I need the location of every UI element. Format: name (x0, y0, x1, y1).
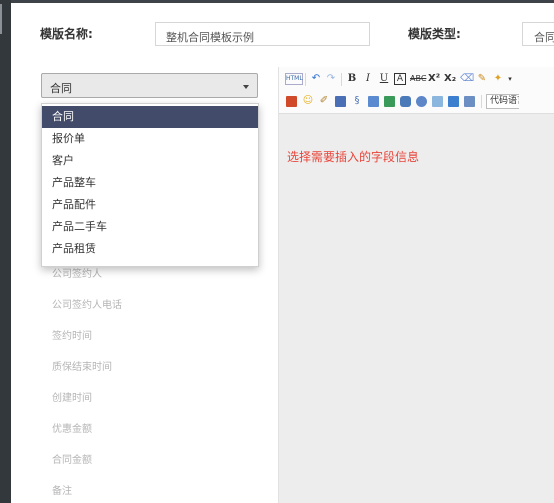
caret-down-icon (243, 85, 249, 89)
field-list-item[interactable]: 质保结束时间 (52, 358, 112, 373)
redo-icon[interactable]: ↷ (325, 73, 337, 85)
template-edit-panel: 模版名称: 整机合同模板示例 模版类型: 合同 合同 合同 报价单 客户 产品整… (11, 3, 554, 503)
dropdown-option[interactable]: 客户 (42, 150, 258, 172)
font-border-icon[interactable]: A (394, 73, 406, 85)
dropdown-option[interactable]: 产品整车 (42, 172, 258, 194)
sidebar-marker (0, 4, 2, 34)
template-type-label: 模版类型: (408, 27, 461, 41)
video-icon[interactable] (400, 96, 411, 107)
html-source-icon[interactable]: HTML (285, 73, 303, 85)
left-sidebar-strip (0, 0, 11, 503)
template-type-select[interactable]: 合同 (522, 22, 554, 46)
gallery-icon[interactable] (384, 96, 395, 107)
save-icon[interactable] (335, 96, 346, 107)
forecolor-icon[interactable]: ✦ (492, 73, 504, 85)
map-icon[interactable] (416, 96, 427, 107)
subscript-icon[interactable]: X₂ (444, 73, 456, 85)
field-list-item[interactable]: 公司签约人电话 (52, 296, 122, 311)
field-category-select[interactable]: 合同 (41, 73, 258, 98)
editor-hint-text: 选择需要插入的字段信息 (287, 150, 420, 164)
template-icon[interactable] (432, 96, 443, 107)
toolbar-separator (305, 73, 306, 86)
field-list-item[interactable]: 创建时间 (52, 389, 92, 404)
code-language-select[interactable]: 代码语言 (486, 94, 519, 109)
bold-icon[interactable]: B (346, 73, 358, 85)
field-category-value: 合同 (50, 82, 72, 95)
template-name-label: 模版名称: (40, 27, 93, 41)
field-list-item[interactable]: 签约时间 (52, 327, 92, 342)
scrawl-icon[interactable]: ✐ (318, 95, 330, 107)
dropdown-option[interactable]: 合同 (42, 106, 258, 128)
rich-text-editor[interactable]: HTML ↶ ↷ B I U A ABC X² X₂ ⌫ ✎ ✦ ▾ ☺ ✐ § (278, 67, 554, 503)
strikethrough-icon[interactable]: ABC (410, 73, 426, 85)
field-category-dropdown: 合同 报价单 客户 产品整车 产品配件 产品二手车 产品租赁 (41, 103, 259, 267)
dropdown-option[interactable]: 报价单 (42, 128, 258, 150)
template-name-input[interactable]: 整机合同模板示例 (155, 22, 370, 46)
eraser-icon[interactable]: ⌫ (460, 73, 474, 85)
underline-icon[interactable]: U (378, 73, 390, 85)
field-list-item[interactable]: 备注 (52, 482, 72, 497)
field-list-item[interactable]: 合同金额 (52, 451, 92, 466)
editor-toolbar: HTML ↶ ↷ B I U A ABC X² X₂ ⌫ ✎ ✦ ▾ ☺ ✐ § (279, 67, 554, 114)
dropdown-option[interactable]: 产品二手车 (42, 216, 258, 238)
background-icon[interactable] (448, 96, 459, 107)
dropdown-option[interactable]: 产品配件 (42, 194, 258, 216)
dropdown-option[interactable]: 产品租赁 (42, 238, 258, 260)
emoticon-icon[interactable]: ☺ (302, 95, 314, 107)
format-brush-icon[interactable]: ✎ (476, 73, 488, 85)
toolbar-separator (481, 95, 482, 108)
undo-icon[interactable]: ↶ (310, 73, 322, 85)
link-icon[interactable]: § (351, 95, 363, 107)
field-list-item[interactable]: 公司签约人 (52, 265, 102, 280)
toolbar-separator (341, 73, 342, 86)
attachment-icon[interactable] (464, 96, 475, 107)
picture-icon[interactable] (368, 96, 379, 107)
chevron-down-icon[interactable]: ▾ (504, 73, 516, 85)
field-list-item[interactable]: 优惠金额 (52, 420, 92, 435)
italic-icon[interactable]: I (362, 73, 374, 85)
image-icon[interactable] (286, 96, 297, 107)
superscript-icon[interactable]: X² (428, 73, 440, 85)
